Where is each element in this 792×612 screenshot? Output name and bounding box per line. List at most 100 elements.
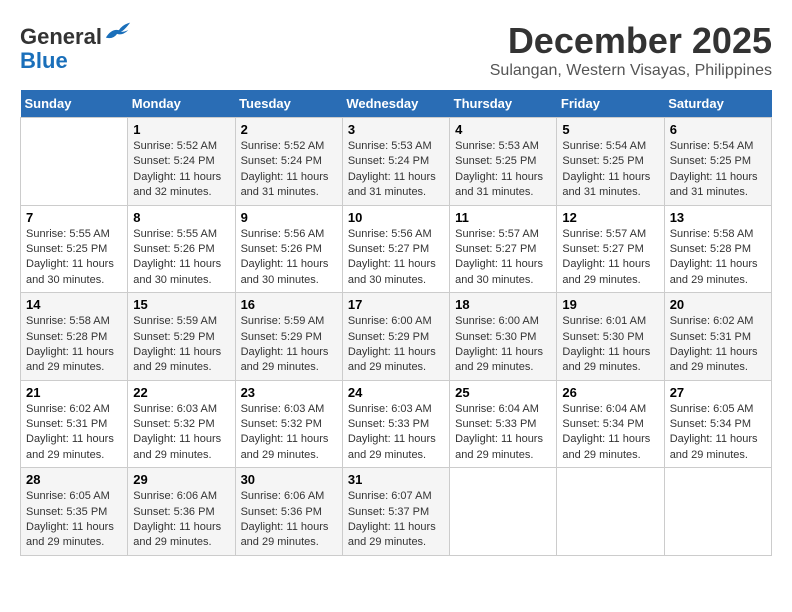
day-info: Sunrise: 6:03 AM Sunset: 5:33 PM Dayligh… [348, 402, 444, 464]
day-info: Sunrise: 5:55 AM Sunset: 5:26 PM Dayligh… [133, 227, 229, 289]
calendar-cell: 17 Sunrise: 6:00 AM Sunset: 5:29 PM Dayli… [342, 293, 449, 381]
day-info: Sunrise: 5:59 AM Sunset: 5:29 PM Dayligh… [241, 314, 337, 376]
day-info: Sunrise: 5:52 AM Sunset: 5:24 PM Dayligh… [241, 139, 337, 201]
day-info: Sunrise: 5:59 AM Sunset: 5:29 PM Dayligh… [133, 314, 229, 376]
day-number: 25 [455, 385, 551, 400]
header-monday: Monday [128, 90, 235, 118]
calendar-cell: 4 Sunrise: 5:53 AM Sunset: 5:25 PM Daylig… [450, 118, 557, 206]
calendar-cell [450, 468, 557, 556]
day-info: Sunrise: 6:04 AM Sunset: 5:33 PM Dayligh… [455, 402, 551, 464]
day-number: 6 [670, 122, 766, 137]
day-number: 31 [348, 472, 444, 487]
day-info: Sunrise: 5:53 AM Sunset: 5:25 PM Dayligh… [455, 139, 551, 201]
calendar-cell: 1Sunrise: 5:52 AM Sunset: 5:24 PM Daylig… [128, 118, 235, 206]
day-number: 1 [133, 122, 229, 137]
day-info: Sunrise: 6:06 AM Sunset: 5:36 PM Dayligh… [133, 489, 229, 551]
day-number: 11 [455, 210, 551, 225]
location-title: Sulangan, Western Visayas, Philippines [490, 62, 772, 80]
calendar-cell: 31 Sunrise: 6:07 AM Sunset: 5:37 PM Dayli… [342, 468, 449, 556]
day-info: Sunrise: 6:03 AM Sunset: 5:32 PM Dayligh… [133, 402, 229, 464]
day-info: Sunrise: 5:56 AM Sunset: 5:27 PM Dayligh… [348, 227, 444, 289]
day-info: Sunrise: 6:00 AM Sunset: 5:29 PM Dayligh… [348, 314, 444, 376]
calendar-cell: 6 Sunrise: 5:54 AM Sunset: 5:25 PM Daylig… [664, 118, 771, 206]
calendar-cell: 11 Sunrise: 5:57 AM Sunset: 5:27 PM Dayli… [450, 205, 557, 293]
day-number: 5 [562, 122, 658, 137]
day-number: 14 [26, 297, 122, 312]
calendar-cell: 5 Sunrise: 5:54 AM Sunset: 5:25 PM Daylig… [557, 118, 664, 206]
day-number: 3 [348, 122, 444, 137]
week-row-5: 28 Sunrise: 6:05 AM Sunset: 5:35 PM Dayli… [21, 468, 772, 556]
day-number: 20 [670, 297, 766, 312]
day-number: 28 [26, 472, 122, 487]
day-number: 13 [670, 210, 766, 225]
header-thursday: Thursday [450, 90, 557, 118]
header-sunday: Sunday [21, 90, 128, 118]
day-number: 30 [241, 472, 337, 487]
calendar-cell: 30 Sunrise: 6:06 AM Sunset: 5:36 PM Dayli… [235, 468, 342, 556]
day-number: 24 [348, 385, 444, 400]
day-number: 29 [133, 472, 229, 487]
day-info: Sunrise: 5:54 AM Sunset: 5:25 PM Dayligh… [670, 139, 766, 201]
day-info: Sunrise: 5:57 AM Sunset: 5:27 PM Dayligh… [455, 227, 551, 289]
day-info: Sunrise: 6:04 AM Sunset: 5:34 PM Dayligh… [562, 402, 658, 464]
day-info: Sunrise: 5:58 AM Sunset: 5:28 PM Dayligh… [26, 314, 122, 376]
page-header: General Blue December 2025 Sulangan, Wes… [20, 20, 772, 80]
day-info: Sunrise: 6:06 AM Sunset: 5:36 PM Dayligh… [241, 489, 337, 551]
day-info: Sunrise: 6:02 AM Sunset: 5:31 PM Dayligh… [26, 402, 122, 464]
day-info: Sunrise: 5:56 AM Sunset: 5:26 PM Dayligh… [241, 227, 337, 289]
day-number: 2 [241, 122, 337, 137]
calendar-cell: 19Sunrise: 6:01 AM Sunset: 5:30 PM Dayli… [557, 293, 664, 381]
day-info: Sunrise: 6:02 AM Sunset: 5:31 PM Dayligh… [670, 314, 766, 376]
calendar-cell: 14 Sunrise: 5:58 AM Sunset: 5:28 PM Dayli… [21, 293, 128, 381]
calendar-cell: 3 Sunrise: 5:53 AM Sunset: 5:24 PM Daylig… [342, 118, 449, 206]
day-info: Sunrise: 6:01 AM Sunset: 5:30 PM Dayligh… [562, 314, 658, 376]
calendar-table: SundayMondayTuesdayWednesdayThursdayFrid… [20, 90, 772, 556]
calendar-cell: 12Sunrise: 5:57 AM Sunset: 5:27 PM Dayli… [557, 205, 664, 293]
day-number: 27 [670, 385, 766, 400]
calendar-cell: 18Sunrise: 6:00 AM Sunset: 5:30 PM Dayli… [450, 293, 557, 381]
day-info: Sunrise: 6:05 AM Sunset: 5:35 PM Dayligh… [26, 489, 122, 551]
week-row-3: 14 Sunrise: 5:58 AM Sunset: 5:28 PM Dayli… [21, 293, 772, 381]
day-number: 18 [455, 297, 551, 312]
day-info: Sunrise: 5:55 AM Sunset: 5:25 PM Dayligh… [26, 227, 122, 289]
header-tuesday: Tuesday [235, 90, 342, 118]
calendar-cell [21, 118, 128, 206]
calendar-cell: 24 Sunrise: 6:03 AM Sunset: 5:33 PM Dayli… [342, 380, 449, 468]
calendar-header-row: SundayMondayTuesdayWednesdayThursdayFrid… [21, 90, 772, 118]
calendar-cell: 10 Sunrise: 5:56 AM Sunset: 5:27 PM Dayli… [342, 205, 449, 293]
header-saturday: Saturday [664, 90, 771, 118]
calendar-cell [664, 468, 771, 556]
day-info: Sunrise: 6:07 AM Sunset: 5:37 PM Dayligh… [348, 489, 444, 551]
day-number: 8 [133, 210, 229, 225]
calendar-cell: 23Sunrise: 6:03 AM Sunset: 5:32 PM Dayli… [235, 380, 342, 468]
calendar-cell: 26Sunrise: 6:04 AM Sunset: 5:34 PM Dayli… [557, 380, 664, 468]
calendar-cell: 20 Sunrise: 6:02 AM Sunset: 5:31 PM Dayli… [664, 293, 771, 381]
logo-bird-icon [104, 20, 132, 44]
calendar-cell: 15 Sunrise: 5:59 AM Sunset: 5:29 PM Dayli… [128, 293, 235, 381]
day-number: 22 [133, 385, 229, 400]
calendar-cell: 2 Sunrise: 5:52 AM Sunset: 5:24 PM Daylig… [235, 118, 342, 206]
day-info: Sunrise: 5:54 AM Sunset: 5:25 PM Dayligh… [562, 139, 658, 201]
day-info: Sunrise: 5:57 AM Sunset: 5:27 PM Dayligh… [562, 227, 658, 289]
calendar-cell: 8 Sunrise: 5:55 AM Sunset: 5:26 PM Daylig… [128, 205, 235, 293]
month-title: December 2025 [490, 20, 772, 62]
day-number: 10 [348, 210, 444, 225]
week-row-1: 1 Sunrise: 5:52 AM Sunset: 5:24 PM Daylig… [21, 118, 772, 206]
day-info: Sunrise: 5:53 AM Sunset: 5:24 PM Dayligh… [348, 139, 444, 201]
title-block: December 2025 Sulangan, Western Visayas,… [490, 20, 772, 80]
day-number: 23 [241, 385, 337, 400]
logo-blue: Blue [20, 48, 68, 73]
calendar-cell: 27 Sunrise: 6:05 AM Sunset: 5:34 PM Dayli… [664, 380, 771, 468]
day-info: Sunrise: 6:05 AM Sunset: 5:34 PM Dayligh… [670, 402, 766, 464]
calendar-cell: 28 Sunrise: 6:05 AM Sunset: 5:35 PM Dayli… [21, 468, 128, 556]
calendar-cell: 9Sunrise: 5:56 AM Sunset: 5:26 PM Daylig… [235, 205, 342, 293]
calendar-cell: 7 Sunrise: 5:55 AM Sunset: 5:25 PM Daylig… [21, 205, 128, 293]
calendar-cell: 22 Sunrise: 6:03 AM Sunset: 5:32 PM Dayli… [128, 380, 235, 468]
day-number: 15 [133, 297, 229, 312]
week-row-4: 21 Sunrise: 6:02 AM Sunset: 5:31 PM Dayli… [21, 380, 772, 468]
day-number: 17 [348, 297, 444, 312]
day-number: 4 [455, 122, 551, 137]
day-number: 21 [26, 385, 122, 400]
calendar-cell: 16Sunrise: 5:59 AM Sunset: 5:29 PM Dayli… [235, 293, 342, 381]
day-number: 7 [26, 210, 122, 225]
